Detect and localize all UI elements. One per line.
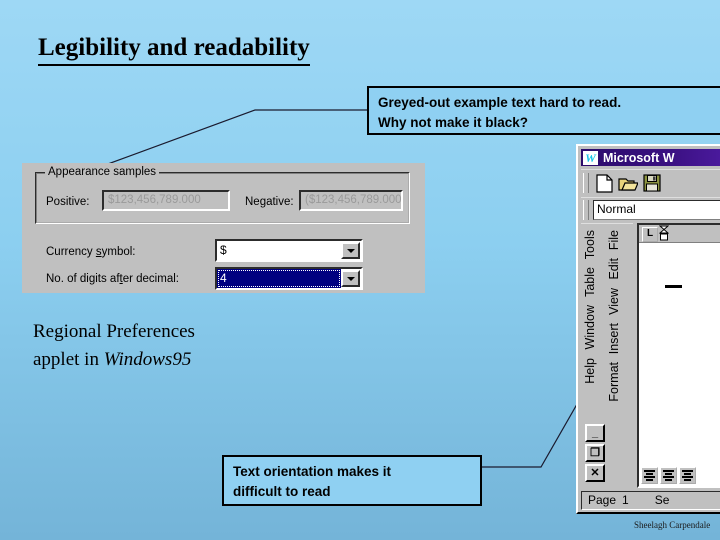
callout-orientation-line1: Text orientation makes it [233, 464, 392, 479]
footer-credit: Sheelagh Carpendale [634, 520, 711, 530]
digits-label-part2: er decimal: [122, 273, 179, 285]
new-document-icon[interactable] [593, 172, 615, 194]
menu-item-view[interactable]: View [607, 288, 621, 315]
toolbar-grip-handle[interactable] [583, 173, 589, 193]
callout-greyed-line2: Why not make it black? [378, 114, 529, 130]
menu-item-format[interactable]: Format [607, 362, 621, 402]
caption-line2: applet in Windows95 [33, 346, 195, 374]
callout-text-orientation: Text orientation makes it difficult to r… [222, 455, 482, 506]
window-control-buttons[interactable]: _ ❐ ✕ [585, 424, 607, 484]
caption-line2-product: Windows95 [103, 348, 192, 370]
minimize-button[interactable]: _ [585, 424, 605, 442]
appearance-samples-label: Appearance samples [45, 166, 160, 178]
digits-label-part1: No. of digits af [46, 273, 120, 285]
menu-item-insert[interactable]: Insert [607, 323, 621, 354]
word-standard-toolbar[interactable] [581, 169, 720, 196]
digits-after-decimal-value[interactable]: 4 [217, 269, 341, 288]
align-right-icon[interactable] [679, 467, 696, 484]
negative-label: Negative: [245, 196, 294, 208]
word-menubar-rotated[interactable]: Tools Table Window Help File Edit View I… [581, 223, 633, 488]
digits-after-decimal-combobox[interactable]: 4 [215, 267, 363, 290]
regional-preferences-caption: Regional Preferences applet in Windows95 [33, 318, 195, 373]
status-page-number: 1 [622, 493, 629, 507]
caption-line1: Regional Preferences [33, 321, 195, 342]
negative-sample-field: ($123,456,789.000 [299, 190, 403, 211]
digits-after-decimal-label: No. of digits after decimal: [46, 273, 179, 285]
word-ruler[interactable]: L [639, 225, 720, 243]
currency-symbol-combobox[interactable]: $ [215, 239, 363, 262]
menu-item-edit[interactable]: Edit [607, 258, 621, 280]
open-folder-icon[interactable] [617, 172, 639, 194]
currency-symbol-label-part1: Currency [46, 246, 96, 258]
positive-sample-field: $123,456,789.000 [102, 190, 230, 211]
slide-canvas: Legibility and readability Greyed-out ex… [0, 0, 720, 540]
menu-column-right[interactable]: File Edit View Insert Format [607, 230, 631, 488]
chevron-down-icon[interactable] [341, 242, 360, 259]
callout-greyed-line1: Greyed-out example text hard to read. [378, 95, 622, 110]
win95-currency-dialog: Appearance samples Positive: $123,456,78… [22, 163, 425, 293]
page-title: Legibility and readability [38, 34, 310, 66]
align-center-icon[interactable] [660, 467, 677, 484]
word-formatting-toolbar[interactable]: Normal [581, 197, 720, 222]
callout-greyed-out: Greyed-out example text hard to read. Wh… [367, 86, 720, 135]
tab-stop-icon[interactable]: L [642, 227, 658, 242]
word-logo-icon: W [583, 150, 598, 165]
status-section-label: Se [654, 493, 670, 507]
style-combobox[interactable]: Normal [593, 200, 720, 220]
alignment-toolbar[interactable] [641, 467, 696, 484]
currency-symbol-label-part2: ymbol: [101, 246, 136, 258]
word-titlebar[interactable]: W Microsoft W [581, 149, 720, 166]
currency-symbol-label: Currency symbol: [46, 246, 135, 258]
save-disk-icon[interactable] [641, 172, 663, 194]
restore-button[interactable]: ❐ [585, 444, 605, 462]
word-body: Tools Table Window Help File Edit View I… [581, 223, 720, 488]
currency-symbol-value[interactable]: $ [217, 241, 341, 260]
positive-label: Positive: [46, 196, 90, 208]
document-text-cursor [665, 285, 682, 288]
status-page-label: Page [588, 493, 617, 507]
microsoft-word-window[interactable]: W Microsoft W Normal Tools Table Window … [576, 144, 720, 514]
callout-orientation-line2: difficult to read [233, 483, 331, 499]
close-button[interactable]: ✕ [585, 464, 605, 482]
menu-item-help[interactable]: Help [583, 358, 597, 384]
menu-item-tools[interactable]: Tools [583, 230, 597, 259]
word-title-text: Microsoft W [603, 150, 675, 165]
word-statusbar: Page 1 Se [581, 491, 720, 510]
indent-marker-icon[interactable] [658, 225, 670, 242]
menu-item-table[interactable]: Table [583, 267, 597, 297]
caption-line2-prefix: applet in [33, 348, 104, 370]
toolbar-grip-handle[interactable] [583, 200, 589, 220]
menu-item-window[interactable]: Window [583, 305, 597, 349]
word-document-area[interactable]: L [637, 223, 720, 488]
align-left-icon[interactable] [641, 467, 658, 484]
chevron-down-icon[interactable] [341, 270, 360, 287]
menu-item-file[interactable]: File [607, 230, 621, 250]
